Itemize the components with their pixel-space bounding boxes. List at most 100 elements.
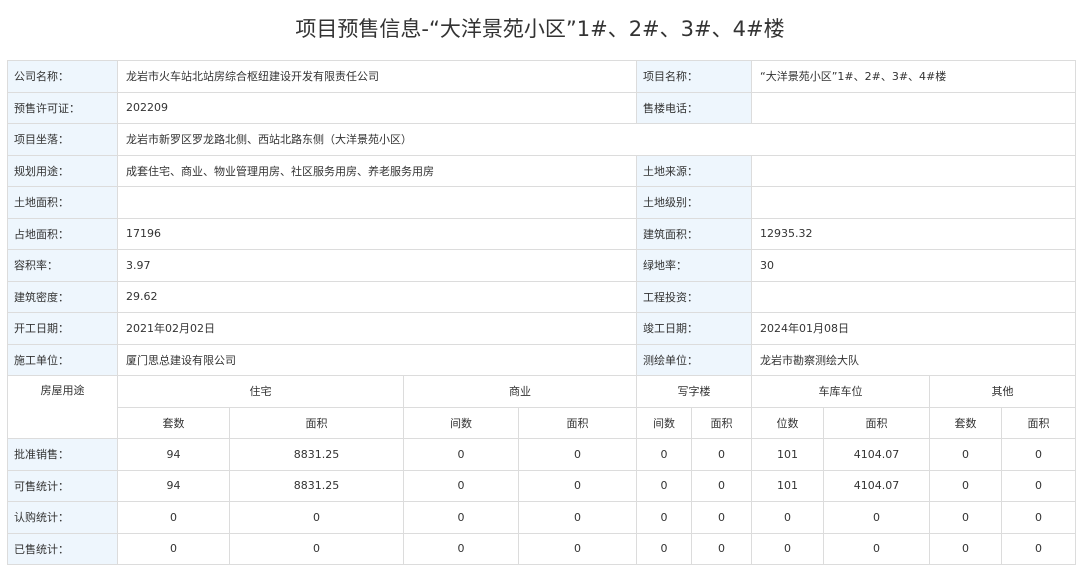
permit-label: 预售许可证： [7, 91, 118, 124]
sub-header: 面积 [229, 406, 404, 439]
sub-header: 间数 [403, 406, 519, 439]
surveyor-value: 龙岩市勘察测绘大队 [750, 343, 1077, 376]
table-cell: 0 [691, 501, 752, 534]
table-cell: 0 [751, 501, 824, 534]
project-label: 项目名称： [636, 60, 752, 93]
table-cell: 0 [117, 501, 230, 534]
sub-header: 面积 [518, 406, 637, 439]
green-label: 绿地率： [636, 249, 752, 282]
sub-header: 套数 [117, 406, 230, 439]
presale-info-table: 公司名称： 龙岩市火车站北站房综合枢纽建设开发有限责任公司 项目名称： “大洋景… [7, 60, 1077, 565]
table-row: 可售统计： 94 8831.25 0 0 0 0 101 4104.07 0 0 [7, 469, 1077, 502]
row-label: 批准销售： [7, 438, 118, 471]
builder-label: 施工单位： [7, 343, 118, 376]
table-cell: 94 [117, 469, 230, 502]
land-grade-value [750, 186, 1077, 219]
company-value: 龙岩市火车站北站房综合枢纽建设开发有限责任公司 [117, 60, 637, 93]
table-cell: 101 [751, 438, 824, 471]
table-cell: 0 [518, 532, 637, 565]
phone-value [750, 91, 1077, 124]
company-label: 公司名称： [7, 60, 118, 93]
land-area-label: 土地面积： [7, 186, 118, 219]
table-cell: 0 [636, 501, 692, 534]
table-cell: 0 [636, 438, 692, 471]
investment-value [750, 280, 1077, 313]
permit-value: 202209 [117, 91, 637, 124]
table-cell: 4104.07 [823, 469, 930, 502]
sub-header: 面积 [823, 406, 930, 439]
group-residential: 住宅 [117, 375, 404, 408]
page-title: 项目预售信息-“大洋景苑小区”1#、2#、3#、4#楼 [295, 17, 785, 41]
stats-group-header: 房屋用途 住宅 商业 写字楼 车库车位 其他 [7, 375, 1077, 439]
density-value: 29.62 [117, 280, 637, 313]
sub-header: 位数 [751, 406, 824, 439]
row-label: 可售统计： [7, 469, 118, 502]
far-label: 容积率： [7, 249, 118, 282]
row-label: 认购统计： [7, 501, 118, 534]
stats-sub-header: 套数 面积 间数 面积 间数 面积 位数 面积 套数 面积 [8, 406, 1077, 439]
sub-header: 套数 [929, 406, 1002, 439]
sub-header: 面积 [691, 406, 752, 439]
info-row-density: 建筑密度： 29.62 工程投资： [7, 280, 1077, 313]
building-area-value: 12935.32 [750, 217, 1077, 250]
table-cell: 4104.07 [823, 438, 930, 471]
table-row: 已售统计： 0 0 0 0 0 0 0 0 0 0 [7, 532, 1077, 565]
table-cell: 8831.25 [229, 438, 404, 471]
usage-label: 规划用途： [7, 154, 118, 187]
table-cell: 0 [636, 532, 692, 565]
table-cell: 0 [929, 532, 1002, 565]
table-cell: 0 [691, 438, 752, 471]
info-row-company: 公司名称： 龙岩市火车站北站房综合枢纽建设开发有限责任公司 项目名称： “大洋景… [7, 60, 1077, 93]
table-cell: 0 [229, 501, 404, 534]
table-cell: 0 [1000, 469, 1077, 502]
table-cell: 0 [691, 469, 752, 502]
project-value: “大洋景苑小区”1#、2#、3#、4#楼 [750, 60, 1077, 93]
info-row-site-area: 占地面积： 17196 建筑面积： 12935.32 [7, 217, 1077, 250]
sub-header: 面积 [1000, 406, 1077, 439]
info-row-dates: 开工日期： 2021年02月02日 竣工日期： 2024年01月08日 [7, 312, 1077, 345]
site-area-value: 17196 [117, 217, 637, 250]
row-label: 已售统计： [7, 532, 118, 565]
location-value: 龙岩市新罗区罗龙路北侧、西站北路东侧（大洋景苑小区） [116, 123, 1077, 156]
table-cell: 0 [823, 501, 930, 534]
table-cell: 0 [691, 532, 752, 565]
table-cell: 0 [929, 469, 1002, 502]
start-label: 开工日期： [7, 312, 118, 345]
location-label: 项目坐落： [7, 123, 118, 156]
table-cell: 0 [751, 532, 824, 565]
table-row: 认购统计： 0 0 0 0 0 0 0 0 0 0 [7, 501, 1077, 534]
start-value: 2021年02月02日 [117, 312, 637, 345]
table-cell: 94 [117, 438, 230, 471]
table-cell: 0 [823, 532, 930, 565]
table-cell: 0 [403, 469, 519, 502]
table-cell: 0 [636, 469, 692, 502]
table-cell: 8831.25 [229, 469, 404, 502]
table-cell: 0 [518, 469, 637, 502]
surveyor-label: 测绘单位： [636, 343, 752, 376]
land-source-value [750, 154, 1077, 187]
land-area-value [117, 186, 637, 219]
land-source-label: 土地来源： [636, 154, 752, 187]
table-cell: 0 [929, 438, 1002, 471]
usage-header: 房屋用途 [7, 375, 118, 439]
table-row: 批准销售： 94 8831.25 0 0 0 0 101 4104.07 0 0 [7, 438, 1077, 471]
land-grade-label: 土地级别： [636, 186, 752, 219]
info-row-builder: 施工单位： 厦门思总建设有限公司 测绘单位： 龙岩市勘察测绘大队 [7, 343, 1077, 376]
table-cell: 0 [403, 532, 519, 565]
info-row-far: 容积率： 3.97 绿地率： 30 [7, 249, 1077, 282]
group-other: 其他 [928, 375, 1077, 408]
builder-value: 厦门思总建设有限公司 [117, 343, 637, 376]
table-cell: 0 [403, 438, 519, 471]
green-value: 30 [750, 249, 1077, 282]
group-office: 写字楼 [636, 375, 752, 408]
table-cell: 0 [518, 501, 637, 534]
info-row-land-area: 土地面积： 土地级别： [7, 186, 1077, 219]
usage-value: 成套住宅、商业、物业管理用房、社区服务用房、养老服务用房 [117, 154, 637, 187]
table-cell: 0 [403, 501, 519, 534]
density-label: 建筑密度： [7, 280, 118, 313]
phone-label: 售楼电话： [636, 91, 752, 124]
group-parking: 车库车位 [751, 375, 930, 408]
info-row-usage: 规划用途： 成套住宅、商业、物业管理用房、社区服务用房、养老服务用房 土地来源： [7, 154, 1077, 187]
table-cell: 0 [518, 438, 637, 471]
investment-label: 工程投资： [636, 280, 752, 313]
